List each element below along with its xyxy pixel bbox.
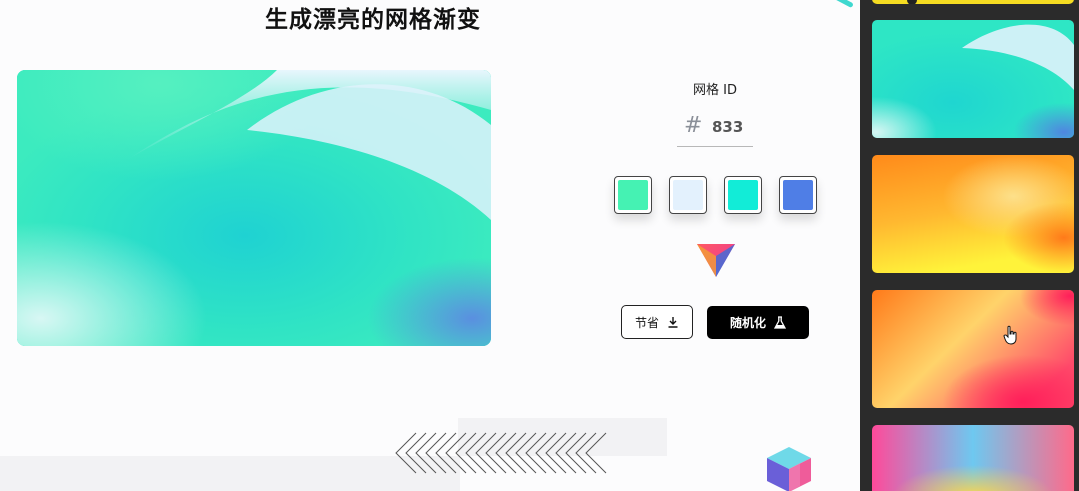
- gradient-preview: [17, 70, 491, 346]
- yellow-orange-mesh-thumbnail[interactable]: [872, 155, 1074, 273]
- decorative-stroke: [816, 0, 854, 9]
- main-panel: 生成漂亮的网格渐变 网格 ID # 833 节省 随机化: [0, 0, 860, 491]
- prism-logo-icon: [697, 244, 735, 277]
- decorative-band: [0, 456, 460, 491]
- mesh-id-value[interactable]: 833: [712, 118, 743, 136]
- color-swatch-1[interactable]: [614, 176, 652, 214]
- cube-icon: [767, 447, 811, 491]
- top-partial-thumbnail[interactable]: [872, 0, 1074, 4]
- flask-icon: [774, 316, 786, 329]
- gradient-gallery-sidebar[interactable]: [860, 0, 1079, 491]
- color-swatch-3[interactable]: [724, 176, 762, 214]
- orange-pink-mesh-thumbnail[interactable]: [872, 290, 1074, 408]
- cyan-mesh-thumbnail[interactable]: [872, 20, 1074, 138]
- mesh-id-label: 网格 ID: [693, 83, 737, 98]
- chevron-pattern-icon: [395, 432, 607, 474]
- randomize-button[interactable]: 随机化: [707, 306, 809, 339]
- blue-pink-mesh-thumbnail[interactable]: [872, 425, 1074, 491]
- hash-icon: #: [684, 113, 703, 138]
- color-swatch-2[interactable]: [669, 176, 707, 214]
- randomize-button-label: 随机化: [729, 316, 766, 330]
- hand-cursor-icon: [1003, 325, 1017, 345]
- save-button[interactable]: 节省: [621, 305, 693, 339]
- download-icon: [668, 317, 678, 328]
- save-button-label: 节省: [634, 315, 659, 330]
- color-swatch-4[interactable]: [779, 176, 817, 214]
- page-title: 生成漂亮的网格渐变: [265, 7, 481, 33]
- mesh-id-field[interactable]: # 833: [677, 108, 753, 147]
